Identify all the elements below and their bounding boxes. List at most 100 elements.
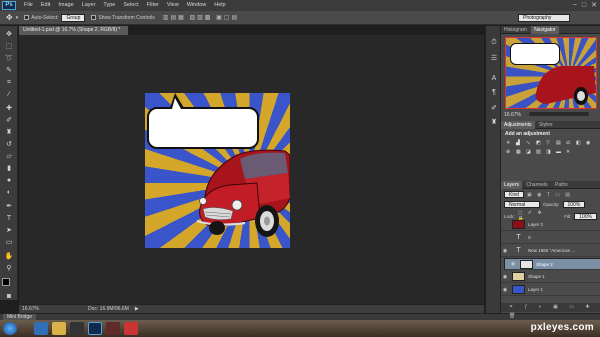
color-balance-icon[interactable]: ⚖ bbox=[566, 141, 572, 146]
history-brush-tool-icon[interactable]: ↺ bbox=[4, 140, 14, 149]
marquee-tool-icon[interactable]: ⬚ bbox=[4, 42, 14, 51]
document-tab[interactable]: Untitled-1.psd @ 16.7% (Shape 2, RGB/8) … bbox=[19, 26, 129, 35]
blend-mode-dropdown[interactable]: Normal bbox=[504, 201, 540, 208]
blur-tool-icon[interactable]: ● bbox=[4, 176, 14, 185]
brightness-icon[interactable]: ☀ bbox=[506, 141, 512, 146]
navigator-car bbox=[535, 66, 596, 105]
tab-paths[interactable]: Paths bbox=[552, 181, 571, 189]
crop-tool-icon[interactable]: ⌗ bbox=[4, 78, 14, 87]
status-arrow-icon[interactable]: ▶ bbox=[135, 306, 139, 312]
eye-icon[interactable]: ◉ bbox=[501, 274, 509, 280]
menu-image[interactable]: Image bbox=[54, 0, 77, 11]
history-panel-icon[interactable]: ⏱ bbox=[489, 38, 499, 47]
start-button-icon[interactable] bbox=[3, 322, 17, 335]
layer-actions-bar[interactable]: ⚭ ƒ ◐ ▣ ▭ ✚ 🗑 bbox=[501, 303, 600, 319]
media-taskbar-icon[interactable] bbox=[70, 322, 84, 335]
vibrance-icon[interactable]: ▽ bbox=[546, 141, 552, 146]
layer-kind-filter[interactable]: Kind bbox=[504, 191, 525, 198]
menu-layer[interactable]: Layer bbox=[78, 0, 100, 11]
foreground-color-swatch[interactable] bbox=[2, 278, 10, 286]
gradient-tool-icon[interactable]: ▮ bbox=[4, 164, 14, 173]
menu-type[interactable]: Type bbox=[99, 0, 119, 11]
layer-row-selected[interactable]: ◉ Shape 2 bbox=[504, 258, 600, 270]
opacity-input[interactable]: 100% bbox=[562, 201, 586, 208]
tab-channels[interactable]: Channels bbox=[523, 181, 550, 189]
navigator-thumbnail[interactable] bbox=[505, 37, 597, 109]
hue-icon[interactable]: ▤ bbox=[556, 141, 562, 146]
zoom-tool-icon[interactable]: ⚲ bbox=[4, 264, 14, 273]
ie-taskbar-icon[interactable] bbox=[34, 322, 48, 335]
tab-histogram[interactable]: Histogram bbox=[501, 26, 530, 34]
posterize-icon[interactable]: ▧ bbox=[536, 150, 542, 155]
hand-tool-icon[interactable]: ✋ bbox=[4, 252, 14, 261]
invert-icon[interactable]: ◪ bbox=[526, 150, 532, 155]
menu-window[interactable]: Window bbox=[183, 0, 211, 11]
menu-view[interactable]: View bbox=[163, 0, 183, 11]
layer-row[interactable]: T rt bbox=[501, 232, 600, 244]
path-select-tool-icon[interactable]: ➤ bbox=[4, 226, 14, 235]
clone-source-panel-icon[interactable]: ♜ bbox=[489, 118, 499, 127]
layer-row[interactable]: ◉ T New 1960 "American ... bbox=[501, 245, 600, 257]
character-panel-icon[interactable]: A bbox=[489, 74, 499, 83]
move-tool-icon[interactable]: ✥ bbox=[4, 30, 14, 39]
color-lookup-icon[interactable]: ▦ bbox=[516, 150, 522, 155]
tab-styles[interactable]: Styles bbox=[536, 121, 556, 129]
clone-stamp-tool-icon[interactable]: ♜ bbox=[4, 128, 14, 137]
levels-icon[interactable]: ▟ bbox=[516, 141, 522, 146]
properties-panel-icon[interactable]: ☰ bbox=[489, 54, 499, 63]
quick-select-tool-icon[interactable]: ✎ bbox=[4, 66, 14, 75]
close-button[interactable]: ✕ bbox=[591, 1, 597, 10]
layer-row[interactable]: ◉ Shape 1 bbox=[501, 271, 600, 283]
quick-mask-icon[interactable]: ◙ bbox=[4, 292, 14, 301]
transform-controls-checkbox[interactable] bbox=[91, 15, 97, 20]
menu-filter[interactable]: Filter bbox=[143, 0, 163, 11]
dodge-tool-icon[interactable]: ◐ bbox=[4, 188, 14, 197]
navigator-zoom[interactable]: 16.67% bbox=[504, 112, 521, 118]
brush-tool-icon[interactable]: ✐ bbox=[4, 116, 14, 125]
minimize-button[interactable]: − bbox=[573, 1, 577, 10]
eyedropper-tool-icon[interactable]: ⁄ bbox=[4, 90, 14, 99]
layer-row[interactable]: Layer 2 bbox=[501, 219, 600, 231]
menu-file[interactable]: File bbox=[20, 0, 37, 11]
tab-navigator[interactable]: Navigator bbox=[531, 26, 559, 34]
type-tool-icon[interactable]: T bbox=[4, 214, 14, 223]
curves-icon[interactable]: ∿ bbox=[526, 141, 532, 146]
channel-mixer-icon[interactable]: ⊕ bbox=[506, 150, 512, 155]
gradient-map-icon[interactable]: ▬ bbox=[556, 150, 562, 155]
menu-edit[interactable]: Edit bbox=[37, 0, 54, 11]
app-taskbar-icon[interactable] bbox=[106, 322, 120, 335]
tab-adjustments[interactable]: Adjustments bbox=[501, 121, 535, 129]
workspace-dropdown[interactable]: Photography bbox=[518, 14, 570, 22]
eye-icon[interactable]: ◉ bbox=[501, 287, 509, 293]
menu-help[interactable]: Help bbox=[210, 0, 229, 11]
exposure-icon[interactable]: ◩ bbox=[536, 141, 542, 146]
align-icons[interactable]: ▥▤▦ ▧▨▩ ▣▢▤ bbox=[163, 14, 239, 21]
pen-tool-icon[interactable]: ✒ bbox=[4, 202, 14, 211]
tab-layers[interactable]: Layers bbox=[501, 181, 523, 189]
pdf-taskbar-icon[interactable] bbox=[124, 322, 138, 335]
auto-select-dropdown[interactable]: Group bbox=[61, 13, 86, 22]
zoom-level[interactable]: 16.67% bbox=[22, 306, 62, 312]
photo-filter-icon[interactable]: ◉ bbox=[586, 141, 592, 146]
auto-select-checkbox[interactable] bbox=[24, 15, 30, 20]
navigator-zoom-slider[interactable] bbox=[529, 112, 589, 116]
eye-icon[interactable]: ◉ bbox=[501, 248, 509, 254]
shape-tool-icon[interactable]: ▭ bbox=[4, 238, 14, 247]
brush-panel-icon[interactable]: ✐ bbox=[489, 104, 499, 113]
explorer-taskbar-icon[interactable] bbox=[52, 322, 66, 335]
paragraph-panel-icon[interactable]: ¶ bbox=[489, 88, 499, 97]
layer-row[interactable]: ◉ Layer 1 bbox=[501, 284, 600, 296]
speech-bubble[interactable] bbox=[147, 107, 259, 149]
eye-icon[interactable]: ◉ bbox=[509, 261, 517, 268]
bw-icon[interactable]: ◧ bbox=[576, 141, 582, 146]
maximize-button[interactable]: □ bbox=[582, 1, 586, 10]
lasso-tool-icon[interactable]: ➰ bbox=[4, 54, 14, 63]
tool-preset-chevron-icon[interactable]: ▾ bbox=[16, 15, 19, 21]
layer-filter-icons[interactable]: ▣ ◉ T ▭ ▤ bbox=[527, 192, 572, 198]
eraser-tool-icon[interactable]: ▱ bbox=[4, 152, 14, 161]
healing-brush-tool-icon[interactable]: ✚ bbox=[4, 104, 14, 113]
selective-color-icon[interactable]: ✕ bbox=[566, 150, 572, 155]
threshold-icon[interactable]: ◨ bbox=[546, 150, 552, 155]
menu-select[interactable]: Select bbox=[119, 0, 142, 11]
photoshop-taskbar-icon[interactable] bbox=[88, 322, 102, 335]
